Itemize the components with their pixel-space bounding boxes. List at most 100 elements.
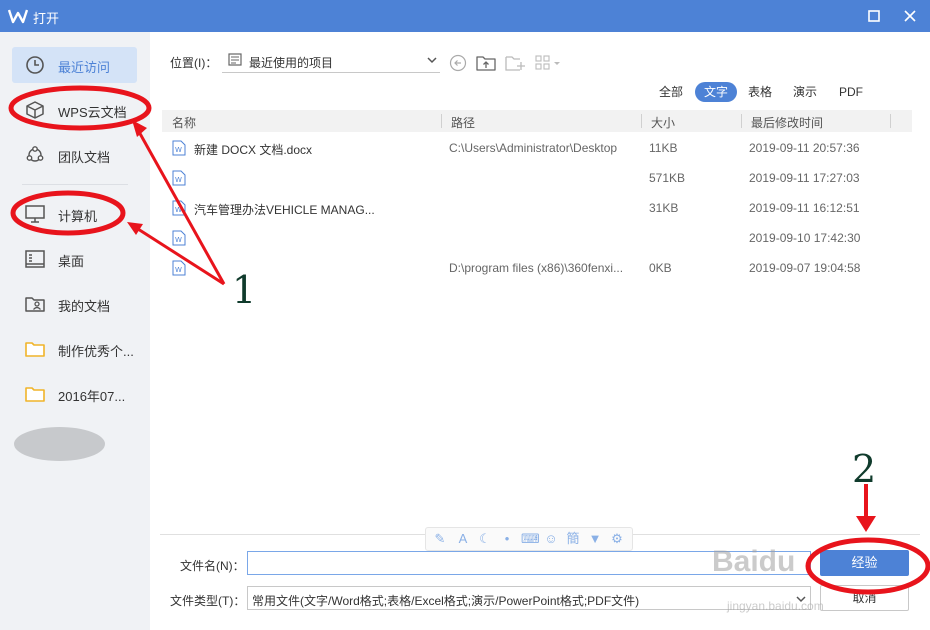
svg-text:W: W: [175, 176, 182, 184]
svg-text:W: W: [175, 146, 182, 154]
desktop-icon: [25, 250, 45, 268]
filter-tab-present[interactable]: 演示: [784, 82, 826, 102]
file-size: 31KB: [649, 201, 679, 215]
new-folder-icon: [505, 56, 525, 71]
recent-items-icon: [228, 53, 242, 66]
column-divider[interactable]: [641, 114, 642, 128]
sidebar-item-my-documents[interactable]: 我的文档: [12, 286, 137, 322]
svg-text:W: W: [175, 236, 182, 244]
cancel-button[interactable]: 取消: [820, 585, 909, 611]
sidebar-item-recent[interactable]: 最近访问: [12, 47, 137, 83]
file-name: 新建 DOCX 文档.docx: [194, 143, 313, 157]
location-value: 最近使用的项目: [249, 56, 334, 70]
file-size: 571KB: [649, 171, 686, 185]
file-modified: 2019-09-11 17:27:03: [749, 171, 860, 185]
file-modified: 2019-09-11 20:57:36: [749, 141, 860, 155]
sidebar-item-label: 最近访问: [58, 60, 111, 75]
watermark-brand: Baidu: [712, 545, 796, 578]
sidebar-item-wps-cloud[interactable]: WPS云文档: [12, 92, 137, 128]
watermark-site: jingyan.baidu.com: [727, 599, 824, 613]
word-doc-icon: W: [172, 170, 186, 186]
window-title: 打开: [33, 11, 60, 26]
location-dropdown[interactable]: 最近使用的项目: [222, 49, 440, 73]
sidebar-item-label: 团队文档: [58, 150, 111, 165]
back-button[interactable]: [448, 53, 468, 73]
filename-label: 文件名(N)：: [180, 559, 245, 573]
sidebar-item-folder-2[interactable]: 2016年07...: [12, 376, 137, 412]
sidebar-item-label: 制作优秀个...: [58, 344, 134, 359]
monitor-icon: [25, 205, 45, 223]
word-doc-icon: W: [172, 230, 186, 246]
sidebar-item-label: 计算机: [58, 209, 98, 224]
sidebar-divider: [22, 184, 128, 185]
keyboard-icon[interactable]: ⌨: [521, 531, 540, 547]
table-row[interactable]: W D:\program files (x86)\360fenxi... 0KB…: [162, 253, 912, 283]
punctuation-icon[interactable]: •: [499, 531, 515, 547]
close-icon: [904, 10, 916, 22]
column-header-size[interactable]: 大小: [651, 114, 675, 131]
folder-up-icon: [476, 56, 496, 71]
sidebar-item-desktop[interactable]: 桌面: [12, 241, 137, 277]
up-folder-button[interactable]: [475, 53, 497, 73]
file-path: D:\program files (x86)\360fenxi...: [449, 261, 624, 275]
skin-icon[interactable]: ▼: [587, 531, 603, 547]
sidebar: 最近访问 WPS云文档 团队文档 计算机 桌面 我的文档 制作优秀个... 20…: [0, 32, 150, 630]
column-divider[interactable]: [441, 114, 442, 128]
ime-logo-icon[interactable]: ✎: [432, 531, 448, 547]
column-header-modified[interactable]: 最后修改时间: [751, 114, 823, 131]
main-panel: 位置(I)： 最近使用的项目 全部 文字 表格 演示 PDF 名称 路径 大小 …: [150, 32, 930, 630]
location-label: 位置(I)：: [170, 56, 218, 70]
sidebar-item-folder-1[interactable]: 制作优秀个...: [12, 331, 137, 367]
column-divider[interactable]: [890, 114, 891, 128]
user-folder-icon: [25, 297, 45, 312]
file-path: C:\Users\Administrator\Desktop: [449, 141, 618, 155]
step-number-1: 1: [232, 268, 257, 312]
open-button[interactable]: 经验: [820, 550, 909, 576]
ime-toolbar[interactable]: ✎ A ☾ • ⌨ ☺ 簡 ▼ ⚙: [425, 527, 633, 551]
sidebar-item-label: 我的文档: [58, 299, 111, 314]
folder-icon: [25, 387, 45, 402]
word-doc-icon: W: [172, 200, 186, 216]
filter-tab-sheet[interactable]: 表格: [739, 82, 781, 102]
cloud-box-icon: [26, 101, 44, 119]
column-header-path[interactable]: 路径: [451, 114, 475, 131]
file-modified: 2019-09-11 16:12:51: [749, 201, 860, 215]
moon-icon[interactable]: ☾: [477, 531, 493, 547]
view-mode-button[interactable]: [534, 53, 564, 73]
file-size: 0KB: [649, 261, 672, 275]
column-divider[interactable]: [741, 114, 742, 128]
svg-text:W: W: [175, 206, 182, 214]
filetype-value: 常用文件(文字/Word格式;表格/Excel格式;演示/PowerPoint格…: [252, 594, 640, 608]
column-header-name[interactable]: 名称: [172, 114, 196, 131]
new-folder-button[interactable]: [504, 53, 526, 73]
filter-tab-text[interactable]: 文字: [695, 82, 738, 102]
settings-gear-icon[interactable]: ⚙: [609, 531, 625, 547]
maximize-button[interactable]: [866, 8, 882, 24]
font-icon[interactable]: A: [455, 531, 471, 547]
emoji-icon[interactable]: ☺: [543, 531, 559, 547]
sidebar-item-team-docs[interactable]: 团队文档: [12, 137, 137, 173]
team-icon: [26, 146, 44, 162]
filter-tab-pdf[interactable]: PDF: [830, 82, 872, 102]
file-table-header: 名称 路径 大小 最后修改时间: [162, 110, 912, 132]
table-row[interactable]: W 571KB 2019-09-11 17:27:03: [162, 163, 912, 193]
svg-text:W: W: [175, 266, 182, 274]
sidebar-item-computer[interactable]: 计算机: [12, 196, 137, 232]
word-doc-icon: W: [172, 260, 186, 276]
close-button[interactable]: [902, 8, 918, 24]
file-name: 汽车管理办法VEHICLE MANAG...: [194, 203, 375, 217]
redacted-item: [14, 427, 105, 461]
folder-icon: [25, 342, 45, 357]
filter-tab-all[interactable]: 全部: [650, 82, 692, 102]
clock-icon: [26, 56, 44, 74]
table-row[interactable]: W 汽车管理办法VEHICLE MANAG... 31KB 2019-09-11…: [162, 193, 912, 223]
word-doc-icon: W: [172, 140, 186, 156]
simplified-icon[interactable]: 簡: [565, 531, 581, 547]
title-bar: 打开: [0, 0, 930, 32]
sidebar-item-label: 2016年07...: [58, 389, 126, 404]
back-arrow-icon: [449, 54, 467, 72]
file-modified: 2019-09-10 17:42:30: [749, 231, 861, 245]
grid-view-icon: [535, 55, 560, 70]
table-row[interactable]: W 新建 DOCX 文档.docx C:\Users\Administrator…: [162, 133, 912, 163]
table-row[interactable]: W 2019-09-10 17:42:30: [162, 223, 912, 253]
